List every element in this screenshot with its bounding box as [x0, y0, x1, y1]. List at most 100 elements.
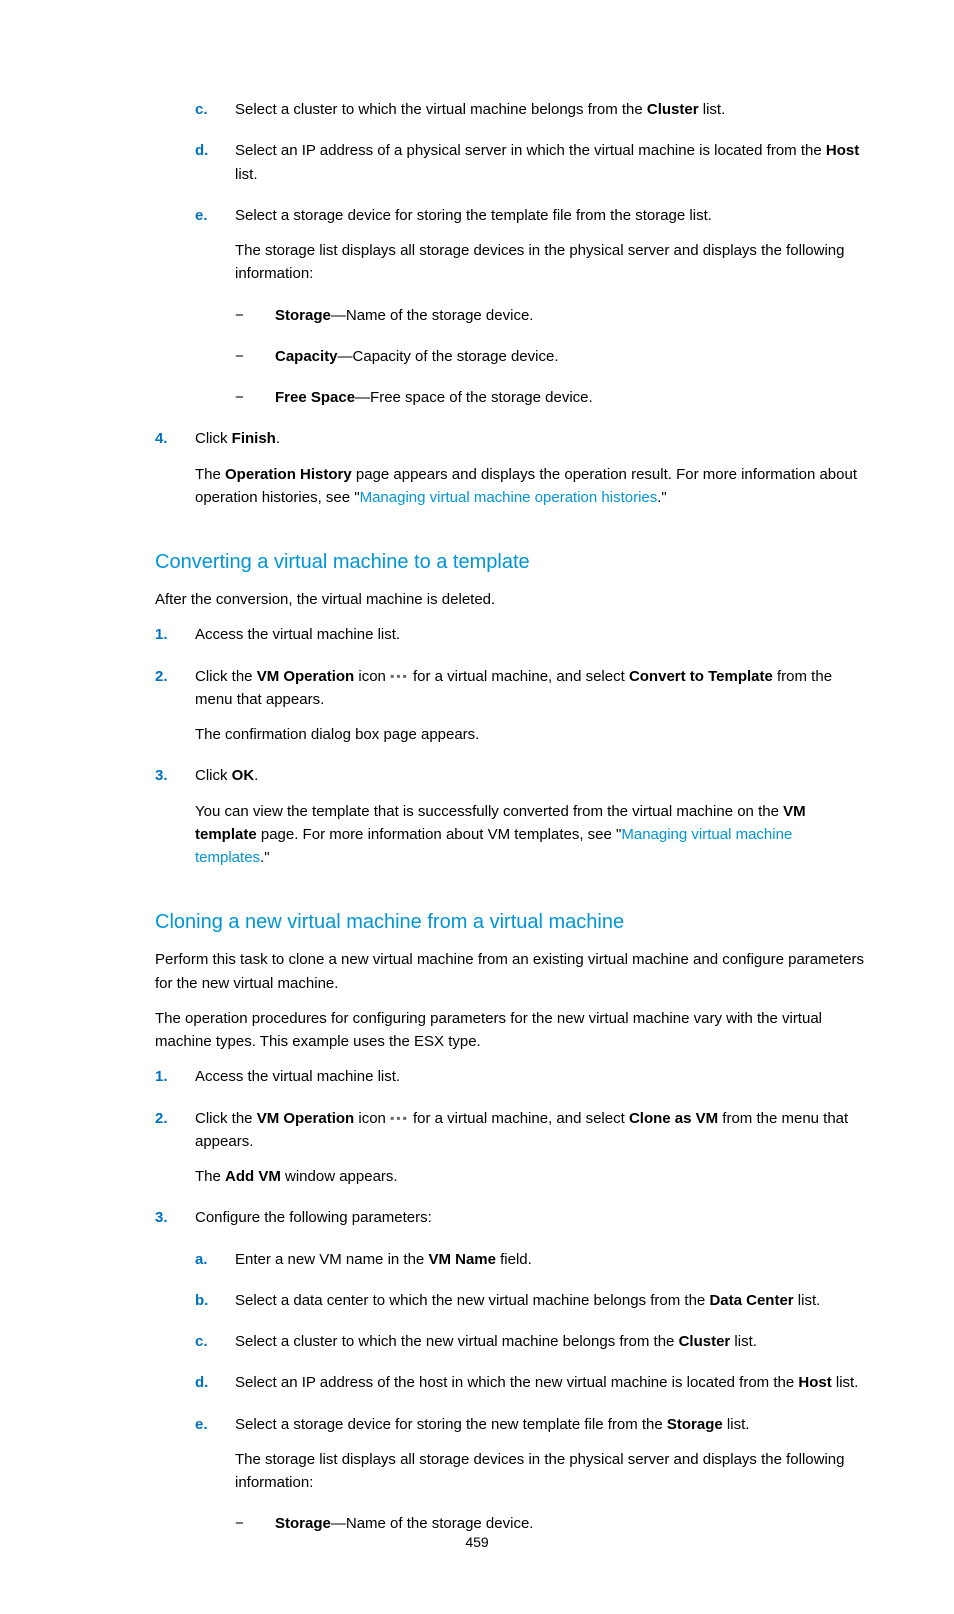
bold: Cluster — [647, 101, 699, 118]
substep-b: b. Select a data center to which the new… — [195, 1289, 864, 1324]
text: window appears. — [281, 1168, 398, 1185]
text: field. — [496, 1251, 532, 1268]
document-page: c. Select a cluster to which the virtual… — [0, 0, 954, 1614]
step-1: 1. Access the virtual machine list. — [155, 623, 864, 658]
step-3-body: Click OK. You can view the template that… — [195, 764, 864, 881]
step-4-body: Click Finish. The Operation History page… — [195, 427, 864, 521]
bold: Convert to Template — [629, 668, 773, 685]
text: The confirmation dialog box page appears… — [195, 723, 864, 746]
marker-c: c. — [195, 98, 235, 133]
bold: Storage — [667, 1416, 723, 1433]
text: The — [195, 466, 225, 483]
bold: VM Operation — [257, 1110, 355, 1127]
text: The storage list displays all storage de… — [235, 239, 864, 286]
marker-d: d. — [195, 139, 235, 198]
ellipsis-icon: ▪▪▪ — [390, 1109, 409, 1128]
text: list. — [832, 1374, 859, 1391]
text: list. — [730, 1333, 757, 1350]
text: list. — [235, 166, 258, 183]
text: The storage list displays all storage de… — [235, 1448, 864, 1495]
text: icon — [354, 1110, 390, 1127]
step-3: 3. Click OK. You can view the template t… — [155, 764, 864, 881]
bold: Cluster — [679, 1333, 731, 1350]
substep-d: d. Select an IP address of the host in w… — [195, 1371, 864, 1406]
substep-c: c. Select a cluster to which the new vir… — [195, 1330, 864, 1365]
bold: Data Center — [709, 1292, 793, 1309]
dash-marker: − — [235, 386, 275, 421]
step-2-body: Click the VM Operation icon ▪▪▪ for a vi… — [195, 1107, 864, 1201]
bold: VM Operation — [257, 668, 355, 685]
marker-d: d. — [195, 1371, 235, 1406]
bold: Storage — [275, 307, 331, 324]
substep-a: a. Enter a new VM name in the VM Name fi… — [195, 1248, 864, 1283]
marker-1: 1. — [155, 623, 195, 658]
text: list. — [699, 101, 726, 118]
text: ." — [260, 849, 270, 866]
text: Click the — [195, 668, 257, 685]
step-2: 2. Click the VM Operation icon ▪▪▪ for a… — [155, 665, 864, 759]
intro-text: Perform this task to clone a new virtual… — [155, 948, 864, 995]
text: for a virtual machine, and select — [409, 1110, 629, 1127]
bold: Free Space — [275, 389, 355, 406]
substep-e-body: Select a storage device for storing the … — [235, 204, 864, 298]
text: . — [276, 430, 280, 447]
text: Select an IP address of a physical serve… — [235, 142, 826, 159]
text: Select a cluster to which the new virtua… — [235, 1333, 679, 1350]
marker-e: e. — [195, 1413, 235, 1507]
marker-1: 1. — [155, 1065, 195, 1100]
text: Enter a new VM name in the — [235, 1251, 428, 1268]
step-2: 2. Click the VM Operation icon ▪▪▪ for a… — [155, 1107, 864, 1201]
text: Access the virtual machine list. — [195, 623, 864, 646]
text: Access the virtual machine list. — [195, 1065, 864, 1088]
substep-e: e. Select a storage device for storing t… — [195, 204, 864, 298]
marker-e: e. — [195, 204, 235, 298]
marker-3: 3. — [155, 1206, 195, 1241]
text: Select an IP address of the host in whic… — [235, 1374, 798, 1391]
step-3: 3. Configure the following parameters: — [155, 1206, 864, 1241]
text: icon — [354, 668, 390, 685]
marker-4: 4. — [155, 427, 195, 521]
bold: Add VM — [225, 1168, 281, 1185]
text: —Free space of the storage device. — [355, 389, 593, 406]
text: You can view the template that is succes… — [195, 803, 783, 820]
heading-cloning: Cloning a new virtual machine from a vir… — [155, 907, 864, 938]
text: page. For more information about VM temp… — [257, 826, 622, 843]
step-4: 4. Click Finish. The Operation History p… — [155, 427, 864, 521]
text: Select a storage device for storing the … — [235, 204, 864, 227]
substep-c: c. Select a cluster to which the virtual… — [195, 98, 864, 133]
marker-a: a. — [195, 1248, 235, 1283]
substep-d: d. Select an IP address of a physical se… — [195, 139, 864, 198]
text: list. — [794, 1292, 821, 1309]
marker-2: 2. — [155, 665, 195, 759]
text: —Name of the storage device. — [331, 307, 534, 324]
text: for a virtual machine, and select — [409, 668, 629, 685]
bullet: − Free Space—Free space of the storage d… — [235, 386, 864, 421]
dash-marker: − — [235, 345, 275, 380]
text: —Capacity of the storage device. — [338, 348, 559, 365]
text: Click the — [195, 1110, 257, 1127]
text: Click — [195, 430, 232, 447]
substep-e: e. Select a storage device for storing t… — [195, 1413, 864, 1507]
bold: Operation History — [225, 466, 352, 483]
text: ." — [657, 489, 667, 506]
bullet: − Storage—Name of the storage device. — [235, 304, 864, 339]
ellipsis-icon: ▪▪▪ — [390, 667, 409, 686]
intro-text: After the conversion, the virtual machin… — [155, 588, 864, 611]
text: . — [254, 767, 258, 784]
step-2-body: Click the VM Operation icon ▪▪▪ for a vi… — [195, 665, 864, 759]
heading-converting: Converting a virtual machine to a templa… — [155, 547, 864, 578]
text: Select a storage device for storing the … — [235, 1416, 667, 1433]
text: Select a cluster to which the virtual ma… — [235, 101, 647, 118]
marker-2: 2. — [155, 1107, 195, 1201]
text: list. — [723, 1416, 750, 1433]
marker-b: b. — [195, 1289, 235, 1324]
bold: Finish — [232, 430, 276, 447]
step-1: 1. Access the virtual machine list. — [155, 1065, 864, 1100]
substep-c-body: Select a cluster to which the virtual ma… — [235, 98, 864, 133]
bold: VM Name — [428, 1251, 496, 1268]
text: Select a data center to which the new vi… — [235, 1292, 709, 1309]
link-operation-histories[interactable]: Managing virtual machine operation histo… — [360, 489, 658, 506]
marker-c: c. — [195, 1330, 235, 1365]
substep-d-body: Select an IP address of a physical serve… — [235, 139, 864, 198]
page-number: 459 — [0, 1532, 954, 1554]
